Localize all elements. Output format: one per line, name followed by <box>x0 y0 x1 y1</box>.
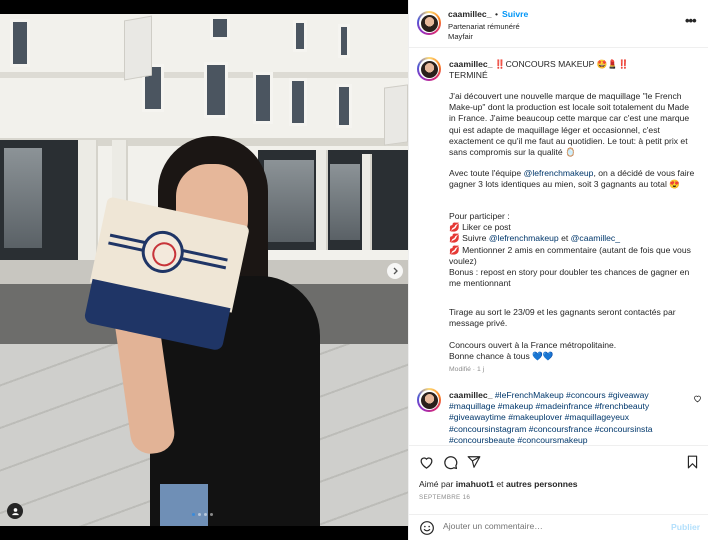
caption-avatar[interactable] <box>417 57 441 81</box>
caption-paragraph: Tirage au sort le 23/09 et les gagnants … <box>449 307 676 329</box>
building-window <box>210 16 230 40</box>
comment-bubble-icon <box>443 455 457 469</box>
follow-button[interactable]: Suivre <box>502 9 528 19</box>
carousel-dot <box>210 513 213 516</box>
caption-title-text-2: TERMINÉ <box>449 70 488 81</box>
caption-text: 💋 Liker ce post <box>449 222 511 233</box>
facade-column <box>362 154 372 250</box>
post-side-panel: caamillec_ • Suivre Partenariat rémunéré… <box>408 0 708 540</box>
post-photo-area <box>0 0 408 540</box>
building-window <box>204 62 228 118</box>
liked-by-separator: et <box>493 479 506 489</box>
caption-text: Bonus : repost en story pour doubler tes… <box>449 267 690 289</box>
caption-title: caamillec_ ‼️CONCOURS MAKEUP 🤩💄‼️ TERMIN… <box>449 59 697 81</box>
caption-text: Avec toute l'équipe <box>449 168 524 178</box>
comment-avatar[interactable] <box>417 388 441 412</box>
shop-window <box>4 148 42 248</box>
user-tag-icon <box>11 507 19 515</box>
send-icon <box>467 456 481 468</box>
carousel-dot <box>198 513 201 516</box>
emoji-icon[interactable] <box>419 520 435 536</box>
caption-paragraph: Avec toute l'équipe @lefrenchmakeup, on … <box>449 168 697 190</box>
building-window <box>338 24 350 58</box>
share-button[interactable] <box>465 453 483 471</box>
header-separator: • <box>495 9 499 19</box>
building-window <box>10 19 30 67</box>
facade-column <box>316 150 328 250</box>
liked-by-prefix: Aimé par <box>419 479 456 489</box>
shop-flag <box>124 15 152 81</box>
carousel-next-button[interactable] <box>387 263 403 279</box>
comment-like-icon[interactable] <box>693 394 702 405</box>
caption-text: 💋 Mentionner 2 amis en commentaire (auta… <box>449 244 691 266</box>
mention-link[interactable]: @caamillec_ <box>571 233 620 243</box>
caption-text: et <box>558 233 571 244</box>
bookmark-icon <box>687 455 697 469</box>
shop-flag <box>384 84 408 146</box>
comment-username[interactable]: caamillec_ <box>449 390 492 400</box>
mention-link[interactable]: @lefrenchmakeup <box>489 233 559 243</box>
caption-text: Pour participer : <box>449 211 510 221</box>
liked-by-text: Aimé par imahuot1 et autres personnes <box>419 479 578 489</box>
add-comment-bar: Publier <box>409 514 708 540</box>
caption-text: 💋 Suivre <box>449 233 489 244</box>
like-button[interactable] <box>417 453 435 471</box>
building-window <box>253 72 273 124</box>
author-avatar[interactable] <box>417 11 441 35</box>
comment-input[interactable] <box>443 521 663 531</box>
facade-column <box>78 140 98 264</box>
hashtag-comment: caamillec_ #leFrenchMakeup #concours #gi… <box>449 390 697 446</box>
location-link[interactable]: Mayfair <box>448 32 473 41</box>
caption-edited-time: Modifié · 1 j <box>449 366 485 373</box>
carousel-dot <box>192 513 195 516</box>
more-options-icon[interactable]: ••• <box>685 13 697 28</box>
mention-link[interactable]: @lefrenchmakeup <box>524 168 594 178</box>
carousel-dot <box>204 513 207 516</box>
building-window <box>336 84 352 128</box>
shop-window <box>330 164 360 240</box>
caption-paragraph: Bonne chance à tous 💙💙 <box>449 351 554 361</box>
caption-title-text: ‼️CONCOURS MAKEUP 🤩💄‼️ <box>494 59 629 69</box>
comments-section: caamillec_ ‼️CONCOURS MAKEUP 🤩💄‼️ TERMIN… <box>409 48 708 448</box>
chevron-right-icon <box>393 267 398 275</box>
post-date[interactable]: SEPTEMBRE 16 <box>419 494 470 501</box>
save-button[interactable] <box>683 453 701 471</box>
person-jeans <box>160 484 208 526</box>
carousel-dots <box>192 513 213 516</box>
heart-icon <box>420 456 432 469</box>
caption-paragraph: J'ai découvert une nouvelle marque de ma… <box>449 91 690 158</box>
author-username[interactable]: caamillec_ <box>448 9 491 19</box>
liked-by-user[interactable]: imahuot1 <box>456 479 494 489</box>
building-window <box>293 20 307 52</box>
liked-by-others[interactable]: autres personnes <box>506 479 578 489</box>
caption-participation: Pour participer : 💋 Liker ce post 💋 Suiv… <box>449 211 697 289</box>
paid-partnership-label[interactable]: Partenariat rémunéré <box>448 22 520 31</box>
tagged-users-button[interactable] <box>7 503 23 519</box>
caption-paragraph: Concours ouvert à la France métropolitai… <box>449 340 617 350</box>
post-image[interactable] <box>0 14 408 526</box>
shop-window <box>264 160 314 242</box>
building-window <box>289 78 307 126</box>
comment-button[interactable] <box>441 453 459 471</box>
publish-button[interactable]: Publier <box>671 522 700 532</box>
caption-text: 💋 Suivre @lefrenchmakeup et @caamillec_ <box>449 233 697 244</box>
post-header: caamillec_ • Suivre Partenariat rémunéré… <box>409 0 708 48</box>
caption-username[interactable]: caamillec_ <box>449 59 492 69</box>
